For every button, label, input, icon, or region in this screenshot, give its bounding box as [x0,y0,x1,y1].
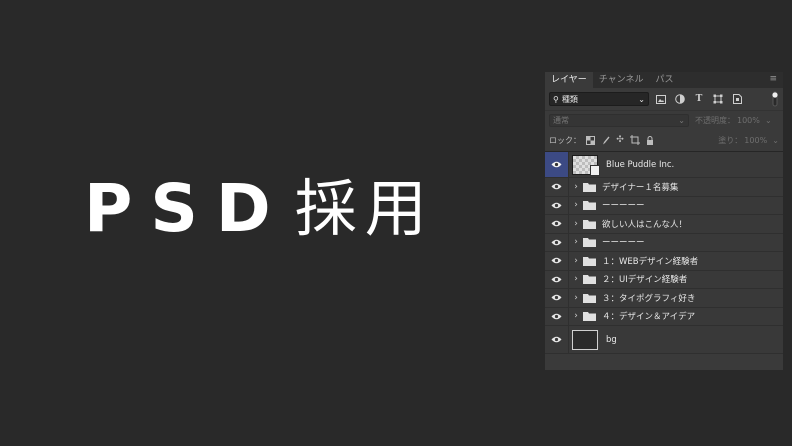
chevron-down-icon[interactable]: ⌄ [772,136,779,145]
lock-image-pixels-icon[interactable] [599,134,611,146]
visibility-eye-icon[interactable] [545,326,569,353]
chevron-down-icon: ⌄ [638,94,645,104]
folder-icon [583,256,596,266]
lock-label: ロック： [549,135,581,145]
lock-all-icon[interactable] [644,134,656,146]
image-filter-icon[interactable] [654,92,668,106]
layer-row[interactable]: › デザイナー１名募集 [545,178,783,197]
blend-row: 通常 ⌄ 不透明度： 100% ⌄ [545,110,783,129]
layer-name: ーーーーー [602,238,645,249]
tab-layers[interactable]: レイヤー [545,72,593,88]
folder-icon [583,200,596,211]
layer-row[interactable]: › 欲しい人はこんな人！ [545,215,783,234]
chevron-right-icon[interactable]: › [571,182,581,192]
visibility-eye-icon[interactable] [545,152,569,177]
type-filter-icon[interactable]: T [692,92,706,106]
panel-tabs: レイヤー チャンネル パス ≡ [545,72,783,88]
layer-list: Blue Puddle Inc. › デザイナー１名募集 › ーーーーー › 欲… [545,152,783,354]
layer-thumbnail [572,329,598,350]
visibility-eye-icon[interactable] [545,215,569,233]
visibility-eye-icon[interactable] [545,233,569,251]
folder-icon [583,274,596,285]
folder-icon [583,311,596,322]
lock-transparent-pixels-icon[interactable] [584,134,596,146]
filter-kind-select[interactable]: ⚲ 種類 ⌄ [549,92,649,106]
filter-row: ⚲ 種類 ⌄ T [545,88,783,110]
lock-row: ロック： ✣ 塗り： 100% ⌄ [545,129,783,152]
opacity-label: 不透明度： [695,115,735,125]
visibility-eye-icon[interactable] [545,252,569,270]
blend-mode-value: 通常 [553,115,569,125]
panel-menu-icon[interactable]: ≡ [769,75,777,84]
filter-kind-value: 種類 [561,94,578,104]
fill-value[interactable]: 100% [744,136,772,145]
folder-icon [583,219,596,229]
folder-icon [583,182,596,192]
layer-name: Blue Puddle Inc. [606,159,675,170]
layer-name: ２：UIデザイン経験者 [602,275,688,286]
layer-row[interactable]: › ーーーーー [545,196,783,215]
search-icon: ⚲ [553,94,559,104]
layers-panel: レイヤー チャンネル パス ≡ ⚲ 種類 ⌄ T 通常 ⌄ 不透明度： 100%… [545,72,783,370]
layer-name: bg [606,334,617,345]
smart-object-filter-icon[interactable] [730,92,744,106]
visibility-eye-icon[interactable] [545,270,569,288]
opacity-value[interactable]: 100% [737,116,765,125]
chevron-down-icon: ⌄ [678,115,685,125]
visibility-eye-icon[interactable] [545,307,569,325]
tab-channels[interactable]: チャンネル [593,72,650,88]
layer-row[interactable]: › １：WEBデザイン経験者 [545,252,783,271]
hero-jp-text: 採用 [294,172,435,245]
chevron-right-icon[interactable]: › [571,200,581,210]
layer-row[interactable]: bg [545,326,783,354]
smart-object-icon [590,164,600,176]
layer-name: １：WEBデザイン経験者 [602,256,699,267]
chevron-right-icon[interactable]: › [571,311,581,321]
fill-label: 塗り： [718,135,743,145]
layer-row[interactable]: › ４：デザイン＆アイデア [545,307,783,326]
tab-paths[interactable]: パス [649,72,679,88]
layer-name: ４：デザイン＆アイデア [602,312,696,323]
chevron-right-icon[interactable]: › [571,237,581,247]
lock-artboard-icon[interactable] [629,134,641,146]
layer-row[interactable]: › ２：UIデザイン経験者 [545,270,783,289]
folder-icon [583,293,596,303]
blend-mode-select[interactable]: 通常 ⌄ [549,113,689,127]
visibility-eye-icon[interactable] [545,178,569,196]
layer-row[interactable]: › ３：タイポグラフィ好き [545,289,783,308]
visibility-eye-icon[interactable] [545,196,569,214]
chevron-right-icon[interactable]: › [571,293,581,303]
filter-toggle[interactable] [772,91,778,107]
lock-position-icon[interactable]: ✣ [614,134,626,146]
layer-row[interactable]: › ーーーーー [545,233,783,252]
layer-name: 欲しい人はこんな人！ [602,219,688,230]
folder-icon [583,237,596,248]
shape-filter-icon[interactable] [711,92,725,106]
hero-psd-text: PSD [84,170,289,247]
layer-name: ３：タイポグラフィ好き [602,293,696,304]
visibility-eye-icon[interactable] [545,289,569,307]
adjustment-filter-icon[interactable] [673,92,687,106]
chevron-right-icon[interactable]: › [571,274,581,284]
layer-thumbnail [572,154,600,176]
layer-row[interactable]: Blue Puddle Inc. [545,152,783,178]
layer-name: デザイナー１名募集 [602,182,679,193]
chevron-right-icon[interactable]: › [571,256,581,266]
hero-title: PSD 採用 [84,176,435,242]
chevron-down-icon[interactable]: ⌄ [765,116,772,125]
chevron-right-icon[interactable]: › [571,219,581,229]
layer-name: ーーーーー [602,201,645,212]
